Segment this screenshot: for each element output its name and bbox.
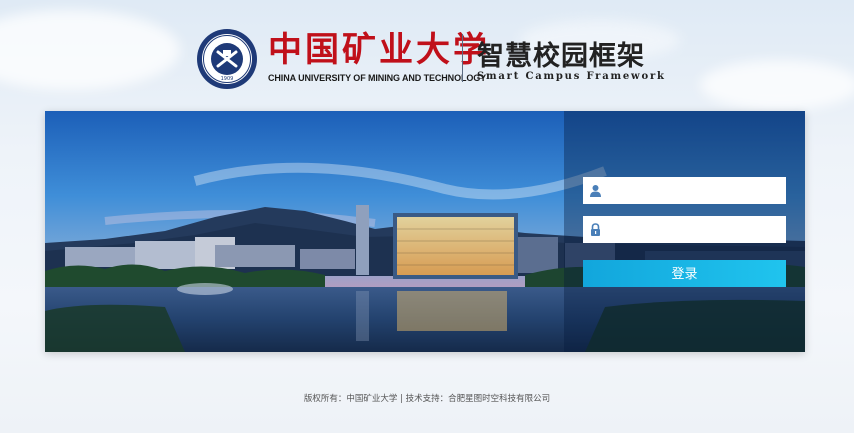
system-title: 智慧校园框架 xyxy=(477,41,645,72)
user-icon xyxy=(590,185,601,197)
password-field[interactable] xyxy=(583,216,786,243)
university-name-cn: 中国矿业大学 xyxy=(268,30,490,70)
footer-copyright: 版权所有：中国矿业大学 | 技术支持：合肥星图时空科技有限公司 xyxy=(303,394,551,404)
username-field[interactable] xyxy=(583,177,786,204)
svg-text:1909: 1909 xyxy=(221,76,234,82)
university-seal-logo: 1909 xyxy=(197,29,257,89)
login-button[interactable]: 登录 xyxy=(583,260,786,287)
header-divider xyxy=(462,34,463,82)
university-name-en: CHINA UNIVERSITY OF MINING AND TECHNOLOG… xyxy=(268,73,487,83)
header: 1909 中国矿业大学 CHINA UNIVERSITY OF MINING A… xyxy=(196,28,666,90)
system-subtitle: Smart Campus Framework xyxy=(477,71,666,82)
background-cloud xyxy=(700,60,854,110)
background-cloud xyxy=(0,10,180,90)
username-input[interactable] xyxy=(609,177,781,204)
lock-icon xyxy=(591,223,600,236)
password-input[interactable] xyxy=(609,216,781,243)
